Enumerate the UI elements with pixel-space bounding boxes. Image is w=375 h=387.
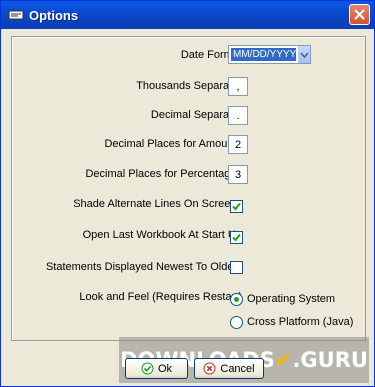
watermark-text-right: .GURU [292,348,368,372]
decimal-separator-input[interactable]: . [228,106,248,125]
radio-operating-system[interactable] [230,293,243,306]
shade-alternate-lines-checkbox[interactable] [230,200,243,213]
radio-selected-dot [234,297,239,302]
date-format-select[interactable]: MM/DD/YYYY [228,45,311,64]
cancel-button[interactable]: Cancel [194,358,264,379]
decimal-places-amounts-label: Decimal Places for Amounts [104,138,242,150]
ok-button-label: Ok [157,362,173,375]
date-format-value: MM/DD/YYYY [231,48,297,61]
cancel-circle-icon [203,362,216,375]
download-arrow-icon: ✔ [274,348,293,372]
thousands-separator-label: Thousands Separator [136,80,242,92]
statements-newest-label: Statements Displayed Newest To Oldest [45,261,242,273]
checkmark-icon [232,233,241,242]
close-icon [354,9,365,20]
options-dialog: Options Date Format MM/DD/YYYY Thousands… [0,0,375,387]
ok-button[interactable]: Ok [125,358,188,379]
radio-operating-system-label: Operating System [247,293,336,305]
title-bar[interactable]: Options [1,1,374,29]
window-title: Options [29,7,79,23]
open-last-workbook-checkbox[interactable] [230,231,243,244]
radio-cross-platform-label: Cross Platform (Java) [247,316,354,328]
app-icon [7,6,25,24]
radio-cross-platform[interactable] [230,316,243,329]
check-circle-icon [141,362,154,375]
statements-newest-checkbox[interactable] [230,261,243,274]
cancel-button-label: Cancel [220,362,255,375]
look-and-feel-label: Look and Feel (Requires Restart) [79,291,242,303]
close-button[interactable] [349,4,370,25]
decimal-places-percentages-input[interactable]: 3 [228,165,248,184]
open-last-workbook-label: Open Last Workbook At Start Up [82,229,242,241]
decimal-places-amounts-input[interactable]: 2 [228,135,248,154]
thousands-separator-input[interactable]: , [228,77,248,96]
shade-alternate-lines-label: Shade Alternate Lines On Screens [73,198,242,210]
decimal-places-percentages-label: Decimal Places for Percentages [85,168,242,180]
checkmark-icon [232,202,241,211]
chevron-down-icon[interactable] [298,46,310,63]
